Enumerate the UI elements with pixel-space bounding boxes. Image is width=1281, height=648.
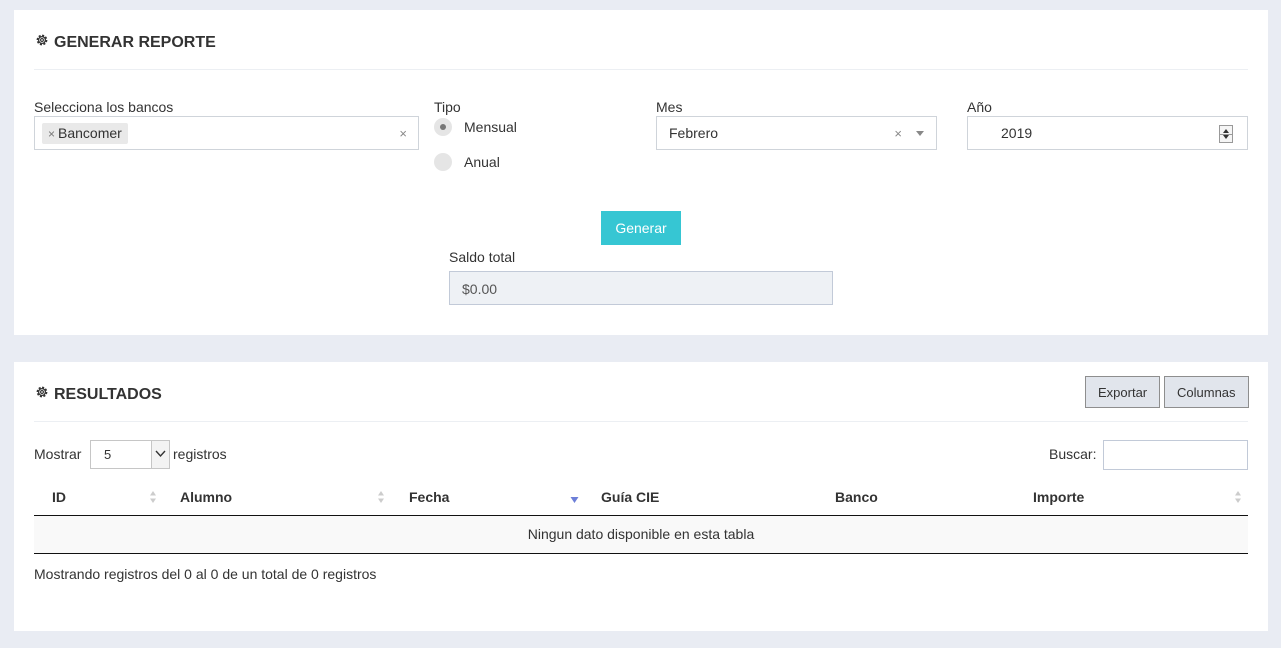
empty-table-row: Ningun dato disponible en esta tabla xyxy=(34,516,1248,554)
radio-anual-label: Anual xyxy=(464,154,500,170)
columns-button[interactable]: Columnas xyxy=(1164,376,1249,408)
report-panel: GENERAR REPORTE Selecciona los bancos × B… xyxy=(14,10,1268,335)
radio-mensual-control[interactable] xyxy=(434,118,452,136)
column-header-banco[interactable]: Banco xyxy=(835,489,878,505)
generate-button[interactable]: Generar xyxy=(601,211,681,245)
mes-value: Febrero xyxy=(669,125,719,141)
search-input[interactable] xyxy=(1103,440,1248,470)
tag-remove-icon[interactable]: × xyxy=(48,127,55,141)
column-header-guia-cie[interactable]: Guía CIE xyxy=(601,489,659,505)
selected-bank-tag: × Bancomer xyxy=(42,123,128,144)
results-panel-title: RESULTADOS xyxy=(34,384,162,405)
results-title-text: RESULTADOS xyxy=(54,385,162,403)
divider xyxy=(34,69,1248,70)
report-panel-title: GENERAR REPORTE xyxy=(34,32,216,53)
sort-icon[interactable] xyxy=(377,490,385,504)
results-panel: RESULTADOS Exportar Columnas Mostrar 5 r… xyxy=(14,362,1268,631)
tipo-label: Tipo xyxy=(434,99,461,115)
column-header-alumno[interactable]: Alumno xyxy=(180,489,232,505)
selected-bank-label: Bancomer xyxy=(58,125,122,141)
saldo-field: $0.00 xyxy=(449,271,833,305)
anio-label: Año xyxy=(967,99,992,115)
page-length-value: 5 xyxy=(104,447,112,462)
banks-clear-icon[interactable]: × xyxy=(399,126,407,141)
anio-number-input[interactable]: 2019 xyxy=(967,116,1248,150)
chevron-down-icon[interactable] xyxy=(151,441,169,468)
gear-icon xyxy=(34,384,50,405)
mes-clear-icon[interactable]: × xyxy=(894,126,902,141)
records-label: registros xyxy=(173,446,227,462)
sort-icon[interactable] xyxy=(1234,490,1242,504)
column-header-fecha[interactable]: Fecha xyxy=(409,489,449,505)
radio-anual-control[interactable] xyxy=(434,153,452,171)
anio-value: 2019 xyxy=(1001,125,1033,141)
show-label: Mostrar xyxy=(34,446,82,462)
export-button[interactable]: Exportar xyxy=(1085,376,1161,408)
banks-label: Selecciona los bancos xyxy=(34,99,174,115)
mes-select[interactable]: Febrero × xyxy=(656,116,937,150)
table-info: Mostrando registros del 0 al 0 de un tot… xyxy=(34,566,377,582)
banks-multiselect[interactable]: × Bancomer × xyxy=(34,116,419,150)
mes-label: Mes xyxy=(656,99,683,115)
radio-mensual-label: Mensual xyxy=(464,119,517,135)
chevron-down-icon[interactable] xyxy=(916,131,924,136)
sort-icon[interactable] xyxy=(149,490,157,504)
search-label: Buscar: xyxy=(1049,446,1097,462)
number-spinner-icon[interactable] xyxy=(1219,125,1233,143)
saldo-label: Saldo total xyxy=(449,249,516,265)
radio-anual[interactable]: Anual xyxy=(434,153,500,171)
column-header-id[interactable]: ID xyxy=(52,489,66,505)
gear-icon xyxy=(34,32,50,53)
radio-mensual[interactable]: Mensual xyxy=(434,118,517,136)
divider xyxy=(34,421,1248,422)
column-header-importe[interactable]: Importe xyxy=(1033,489,1084,505)
page-length-select[interactable]: 5 xyxy=(90,440,170,469)
report-title-text: GENERAR REPORTE xyxy=(54,33,216,51)
sort-desc-icon[interactable] xyxy=(570,490,579,504)
table-header: ID Alumno Fecha Guía CIE Banco Importe xyxy=(34,480,1248,516)
